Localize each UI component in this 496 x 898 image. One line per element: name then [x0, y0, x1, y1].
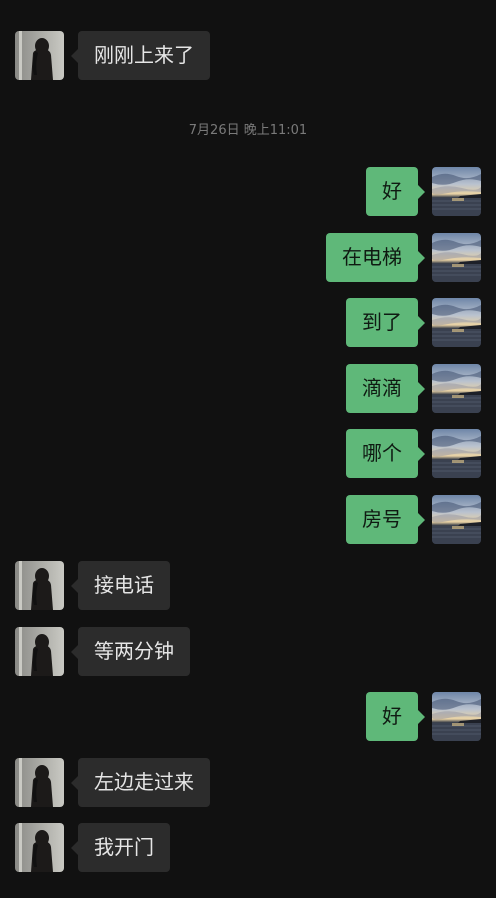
- outgoing-message-bubble[interactable]: 好: [366, 167, 425, 216]
- self-avatar[interactable]: [432, 495, 481, 544]
- contact-avatar[interactable]: [15, 823, 64, 872]
- message-row: 滴滴: [0, 364, 496, 416]
- incoming-message-bubble[interactable]: 刚刚上来了: [71, 31, 210, 80]
- outgoing-message-bubble[interactable]: 哪个: [346, 429, 425, 478]
- message-row: 到了: [0, 298, 496, 350]
- message-row: 哪个: [0, 429, 496, 481]
- message-row: 房号: [0, 495, 496, 547]
- contact-avatar[interactable]: [15, 561, 64, 610]
- contact-avatar[interactable]: [15, 31, 64, 80]
- self-avatar[interactable]: [432, 692, 481, 741]
- self-avatar[interactable]: [432, 167, 481, 216]
- contact-avatar[interactable]: [15, 627, 64, 676]
- outgoing-message-bubble[interactable]: 滴滴: [346, 364, 425, 413]
- incoming-message-bubble[interactable]: 接电话: [71, 561, 170, 610]
- chat-timestamp: 7月26日 晚上11:01: [188, 123, 308, 138]
- incoming-message-bubble[interactable]: 左边走过来: [71, 758, 210, 807]
- outgoing-message-bubble[interactable]: 到了: [346, 298, 425, 347]
- self-avatar[interactable]: [432, 233, 481, 282]
- outgoing-message-bubble[interactable]: 在电梯: [326, 233, 425, 282]
- self-avatar[interactable]: [432, 364, 481, 413]
- self-avatar[interactable]: [432, 298, 481, 347]
- message-row: 左边走过来: [0, 758, 496, 810]
- message-row: 接电话: [0, 561, 496, 613]
- outgoing-message-bubble[interactable]: 好: [366, 692, 425, 741]
- contact-avatar[interactable]: [15, 758, 64, 807]
- self-avatar[interactable]: [432, 429, 481, 478]
- message-row: 好: [0, 167, 496, 219]
- message-row: 好: [0, 692, 496, 744]
- incoming-message-bubble[interactable]: 我开门: [71, 823, 170, 872]
- message-row: 我开门: [0, 823, 496, 875]
- incoming-message-bubble[interactable]: 等两分钟: [71, 627, 190, 676]
- message-row: 在电梯: [0, 233, 496, 285]
- chat-message-list[interactable]: 刚刚上来了 7月26日 晚上11:01 好 在电梯 到了 滴滴 哪个 房号 接电…: [0, 0, 496, 898]
- message-row: 刚刚上来了: [0, 31, 496, 83]
- outgoing-message-bubble[interactable]: 房号: [346, 495, 425, 544]
- message-row: 等两分钟: [0, 627, 496, 679]
